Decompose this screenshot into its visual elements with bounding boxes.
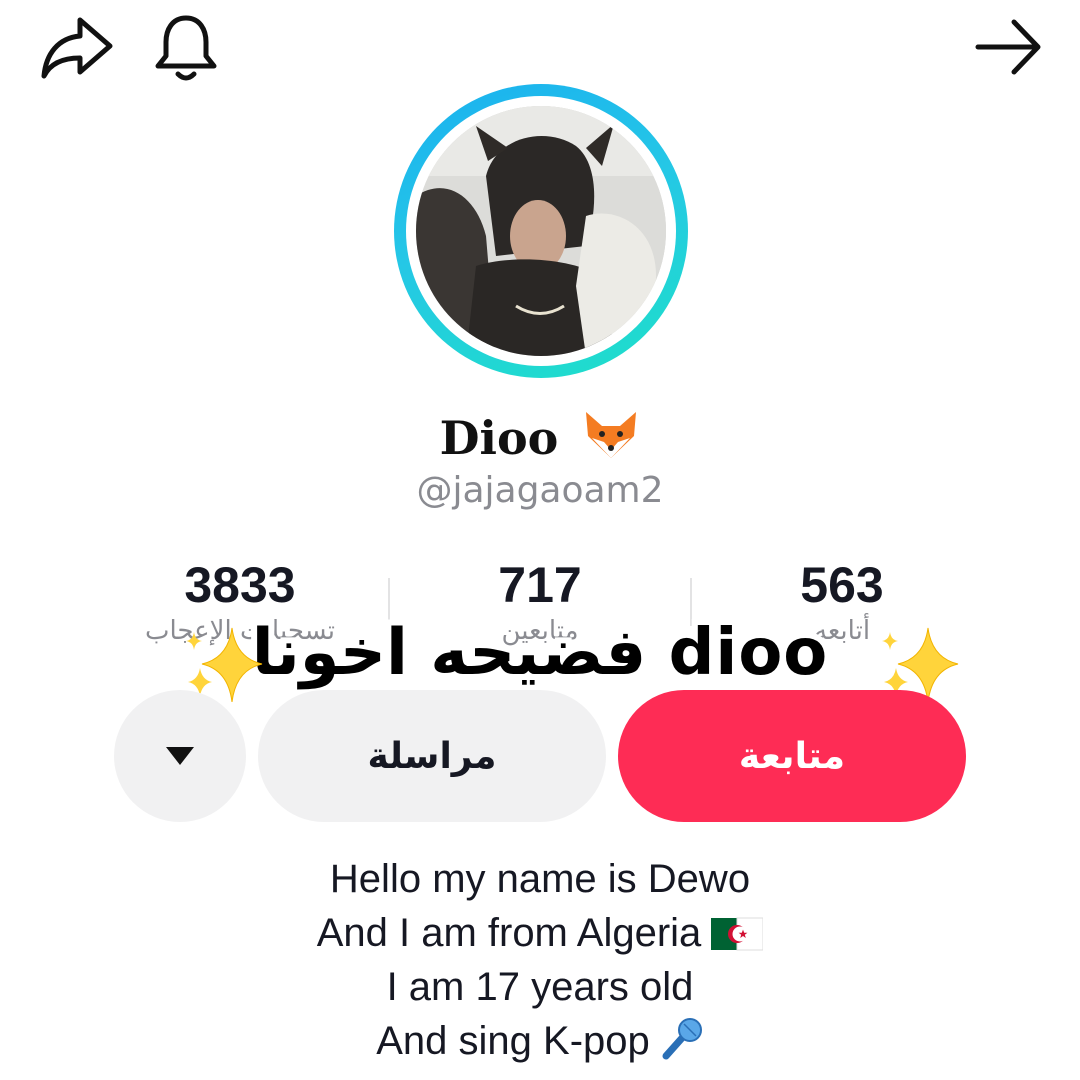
share-button[interactable] (38, 14, 116, 82)
triangle-down-icon (166, 747, 194, 765)
bio-line-text: Hello my name is Dewo (329, 857, 751, 901)
fox-face-icon (586, 412, 637, 458)
stat-following-value: 563 (800, 557, 884, 613)
bio-line: And I am from Algeria (0, 906, 1080, 960)
display-name-text: Dioo (439, 411, 559, 465)
next-profile-button[interactable] (972, 14, 1046, 80)
microphone-icon (662, 1018, 702, 1060)
stat-likes-value: 3833 (184, 557, 296, 613)
bio: Hello my name is Dewo And I am from Alge… (0, 852, 1080, 1068)
display-name: Dioo (0, 408, 1080, 465)
avatar[interactable] (416, 106, 666, 356)
bio-line-text: I am 17 years old (386, 965, 694, 1009)
bell-icon (155, 15, 217, 81)
more-options-button[interactable] (114, 690, 246, 822)
bio-line-text: And I am from Algeria (316, 911, 702, 955)
stat-followers-value: 717 (498, 557, 582, 613)
algeria-flag-icon (711, 917, 764, 951)
forward-arrow-icon (975, 19, 1041, 75)
username: @jajagaoam2 (416, 470, 664, 511)
bio-line: I am 17 years old (0, 960, 1080, 1014)
avatar-photo-image (416, 106, 666, 356)
bio-line: Hello my name is Dewo (0, 852, 1080, 906)
message-button[interactable]: مراسلة (258, 690, 606, 822)
share-arrow-icon (41, 17, 113, 79)
avatar-frame (406, 96, 676, 366)
follow-button[interactable]: متابعة (618, 690, 966, 822)
avatar-story-ring[interactable] (394, 84, 688, 378)
notification-bell-button[interactable] (150, 10, 222, 86)
bio-line: And sing K-pop (0, 1014, 1080, 1068)
bio-line-text: And sing K-pop (376, 1019, 650, 1063)
